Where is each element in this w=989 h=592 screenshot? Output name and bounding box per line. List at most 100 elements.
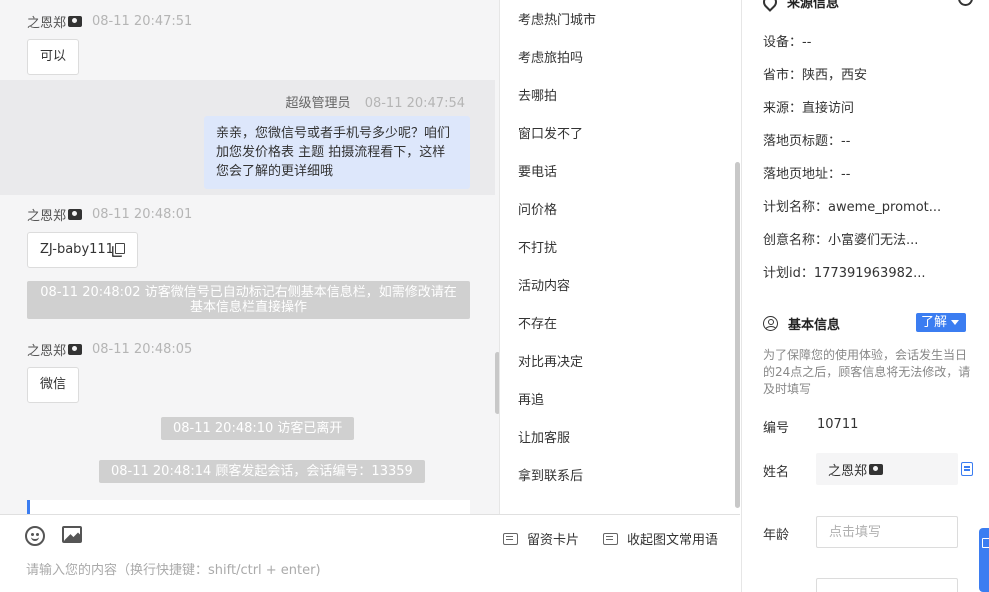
sender-name: 之恩郑 bbox=[27, 209, 67, 224]
collapse-phrases-label: 收起图文常用语 bbox=[627, 533, 719, 548]
collapse-phrases-button[interactable]: 收起图文常用语 bbox=[603, 529, 718, 548]
quick-reply-list: 考虑热门城市 考虑旅拍吗 去哪拍 窗口发不了 要电话 问价格 不打扰 活动内容 … bbox=[501, 0, 741, 514]
visitor-message: 之恩郑 08-11 20:48:05 微信 bbox=[27, 340, 192, 403]
message-header: 之恩郑 08-11 20:48:01 bbox=[27, 205, 192, 224]
row-label: 设备： bbox=[763, 35, 803, 50]
user-icon bbox=[763, 316, 778, 331]
message-time: 08-11 20:47:54 bbox=[364, 96, 465, 111]
row-value: 陕西，西安 bbox=[802, 68, 868, 83]
system-notice: 08-11 20:48:10 访客已离开 bbox=[161, 417, 355, 440]
name-value: 之恩郑 bbox=[828, 463, 868, 479]
message-input[interactable] bbox=[26, 563, 726, 578]
info-row-region: 省市：陕西，西安 bbox=[763, 64, 867, 83]
quick-reply-item[interactable]: 再追 bbox=[518, 389, 544, 408]
quick-reply-item[interactable]: 考虑热门城市 bbox=[518, 9, 596, 28]
basic-section-title: 基本信息 bbox=[763, 314, 840, 333]
visitor-message: 之恩郑 08-11 20:47:51 可以 bbox=[27, 12, 192, 75]
sender-name: 之恩郑 bbox=[27, 344, 67, 359]
quick-reply-item[interactable]: 窗口发不了 bbox=[518, 123, 583, 142]
row-value: 小富婆们无法... bbox=[828, 233, 919, 248]
emoji-icon[interactable] bbox=[25, 526, 45, 546]
quick-reply-item[interactable]: 不打扰 bbox=[518, 237, 557, 256]
info-row-landing-title: 落地页标题：-- bbox=[763, 130, 850, 149]
agent-message: 超级管理员 08-11 20:47:54 亲亲，您微信号或者手机号多少呢？咱们加… bbox=[0, 80, 495, 195]
quick-reply-item[interactable]: 问价格 bbox=[518, 199, 557, 218]
row-label: 创意名称： bbox=[763, 233, 829, 248]
quick-reply-item[interactable]: 对比再决定 bbox=[518, 351, 583, 370]
learn-more-label: 了解 bbox=[921, 315, 948, 330]
message-header: 之恩郑 08-11 20:47:51 bbox=[27, 12, 192, 31]
chat-scrollbar[interactable] bbox=[495, 352, 499, 414]
camera-icon bbox=[68, 344, 83, 355]
message-header: 超级管理员 08-11 20:47:54 bbox=[286, 92, 465, 111]
row-label: 落地页标题： bbox=[763, 134, 842, 149]
quick-reply-item[interactable]: 拿到联系后 bbox=[518, 465, 583, 484]
sender-name: 超级管理员 bbox=[285, 96, 351, 111]
message-bubble: 微信 bbox=[27, 367, 80, 403]
row-label: 落地页地址： bbox=[763, 167, 842, 182]
name-field[interactable]: 之恩郑 bbox=[816, 453, 958, 485]
message-time: 08-11 20:48:05 bbox=[92, 342, 193, 357]
row-value: -- bbox=[841, 134, 851, 149]
wechat-id-text: ZJ-baby111 bbox=[40, 242, 114, 257]
age-label: 年龄 bbox=[763, 528, 790, 543]
camera-icon bbox=[68, 209, 83, 220]
message-bubble: ZJ-baby111 bbox=[27, 232, 138, 268]
row-value: -- bbox=[841, 167, 851, 182]
caret-down-icon bbox=[951, 320, 960, 325]
message-composer: 留资卡片 收起图文常用语 bbox=[0, 514, 740, 592]
visitor-info-panel: 来源信息 设备：-- 省市：陕西，西安 来源：直接访问 落地页标题：-- 落地页… bbox=[741, 0, 989, 592]
info-row-device: 设备：-- bbox=[763, 31, 811, 50]
age-input[interactable] bbox=[816, 516, 958, 548]
message-bubble: 可以 bbox=[27, 39, 80, 75]
system-notice: 08-11 20:48:02 访客微信号已自动标记右侧基本信息栏，如需修改请在基… bbox=[27, 281, 470, 319]
copy-document-icon[interactable] bbox=[961, 462, 973, 476]
info-row-plan-id: 计划id：177391963982... bbox=[763, 262, 926, 281]
side-float-tab[interactable] bbox=[979, 528, 989, 592]
message-header: 之恩郑 08-11 20:48:05 bbox=[27, 340, 192, 359]
source-section-title: 来源信息 bbox=[760, 0, 839, 12]
learn-more-button[interactable]: 了解 bbox=[916, 313, 966, 332]
row-label: 省市： bbox=[763, 68, 803, 83]
message-bubble: 亲亲，您微信号或者手机号多少呢？咱们加您发价格表 主题 拍摄流程看下，这样您会了… bbox=[204, 116, 470, 189]
row-label: 计划名称： bbox=[763, 200, 829, 215]
message-time: 08-11 20:48:01 bbox=[92, 207, 193, 222]
shield-icon bbox=[958, 0, 973, 6]
card-icon bbox=[503, 532, 518, 545]
camera-icon bbox=[869, 463, 884, 475]
info-row-plan-name: 计划名称：aweme_promot... bbox=[763, 196, 941, 215]
chat-panel: 之恩郑 08-11 20:47:51 可以 超级管理员 08-11 20:47:… bbox=[0, 0, 500, 514]
quick-reply-scrollbar[interactable] bbox=[735, 162, 740, 508]
quick-reply-item[interactable]: 去哪拍 bbox=[518, 85, 557, 104]
copy-icon[interactable] bbox=[114, 243, 125, 254]
row-value: 177391963982... bbox=[813, 266, 926, 281]
chat-card bbox=[27, 500, 470, 514]
row-label: 计划id： bbox=[763, 266, 814, 281]
basic-title-text: 基本信息 bbox=[788, 318, 841, 333]
visitor-message: 之恩郑 08-11 20:48:01 ZJ-baby111 bbox=[27, 205, 192, 268]
row-value: -- bbox=[802, 35, 812, 50]
id-label: 编号 bbox=[763, 421, 790, 436]
info-row-source: 来源：直接访问 bbox=[763, 97, 854, 116]
sender-name: 之恩郑 bbox=[27, 16, 67, 31]
row-value: 直接访问 bbox=[802, 101, 855, 116]
system-notice: 08-11 20:48:14 顾客发起会话，会话编号：13359 bbox=[99, 460, 425, 483]
quick-reply-item[interactable]: 不存在 bbox=[518, 313, 557, 332]
next-field-input[interactable] bbox=[816, 578, 958, 592]
lead-card-button[interactable]: 留资卡片 bbox=[503, 529, 579, 548]
quick-reply-item[interactable]: 考虑旅拍吗 bbox=[518, 47, 583, 66]
row-label: 来源： bbox=[763, 101, 803, 116]
quick-reply-item[interactable]: 要电话 bbox=[518, 161, 557, 180]
image-icon[interactable] bbox=[62, 526, 82, 543]
info-note: 为了保障您的使用体验，会话发生当日的24点之后，顾客信息将无法修改，请及时填写 bbox=[763, 348, 971, 396]
info-row-creative-name: 创意名称：小富婆们无法... bbox=[763, 229, 918, 248]
quick-reply-item[interactable]: 让加客服 bbox=[518, 427, 570, 446]
id-value: 10711 bbox=[817, 417, 859, 432]
name-label: 姓名 bbox=[763, 465, 790, 480]
location-pin-icon bbox=[760, 0, 780, 12]
camera-icon bbox=[68, 16, 83, 27]
quick-reply-item[interactable]: 活动内容 bbox=[518, 275, 570, 294]
row-value: aweme_promot... bbox=[828, 200, 942, 215]
info-row-landing-url: 落地页地址：-- bbox=[763, 163, 850, 182]
message-time: 08-11 20:47:51 bbox=[92, 14, 193, 29]
